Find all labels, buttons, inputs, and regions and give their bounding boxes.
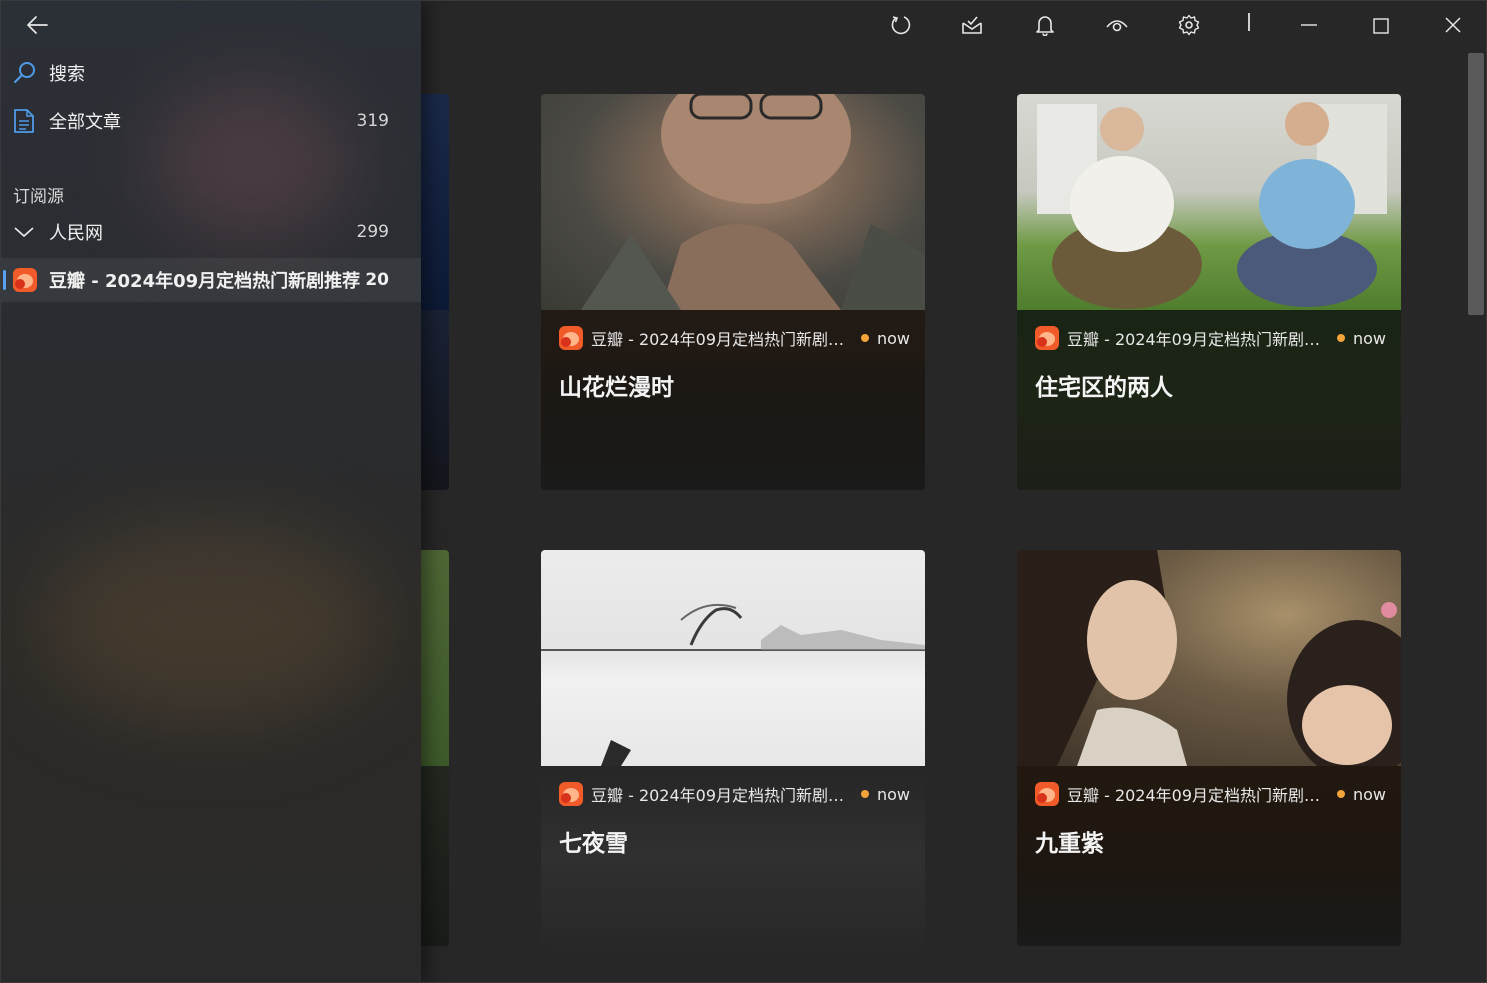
refresh-icon	[891, 16, 911, 35]
douban-feed-icon	[1035, 326, 1059, 350]
all-articles-count: 319	[356, 111, 389, 131]
notification-button[interactable]	[1027, 9, 1063, 41]
article-title: 住宅区的两人	[1035, 375, 1173, 401]
feed-group-label: 人民网	[49, 223, 103, 244]
all-articles-item[interactable]: 全部文章 319	[1, 99, 421, 143]
all-articles-label: 全部文章	[49, 112, 121, 133]
article-source: 豆瓣 - 2024年09月定档热门新剧推荐	[1067, 786, 1323, 805]
article-card[interactable]: 豆瓣 - 2024年09月定档热门新剧推荐 now 山花烂漫时	[541, 94, 925, 490]
feed-group-count: 299	[356, 222, 389, 242]
unread-dot-icon	[1337, 334, 1345, 342]
minimize-button[interactable]	[1291, 9, 1327, 41]
chevron-down-icon[interactable]	[13, 225, 35, 239]
unread-dot-icon	[861, 334, 869, 342]
portrait-illustration	[581, 94, 925, 310]
close-button[interactable]	[1435, 9, 1471, 41]
app-window: 豆瓣 - 2024年09月定档热门新剧推荐 now 山花烂漫时 豆瓣 - 202…	[0, 0, 1487, 983]
close-icon	[1445, 17, 1461, 33]
search-icon	[13, 62, 35, 84]
gear-icon	[1178, 14, 1200, 36]
document-icon	[14, 109, 34, 133]
navigation-pane: 搜索 全部文章 319 订阅源 人民网 299 豆瓣 - 2024年09月定档热…	[1, 1, 421, 982]
snow-landscape-illustration	[541, 604, 925, 766]
costume-couple-illustration	[1017, 550, 1401, 766]
article-source: 豆瓣 - 2024年09月定档热门新剧推荐	[591, 786, 847, 805]
two-women-illustration	[1037, 102, 1387, 309]
bell-icon	[1036, 16, 1054, 36]
maximize-icon	[1373, 18, 1389, 34]
pane-backdrop-blur	[41, 521, 381, 721]
article-time: now	[1353, 328, 1387, 348]
douban-feed-icon	[559, 326, 583, 350]
douban-feed-icon	[1035, 782, 1059, 806]
article-cover-image	[541, 550, 925, 766]
unread-dot-icon	[861, 790, 869, 798]
article-meta: 豆瓣 - 2024年09月定档热门新剧推荐 now	[559, 782, 910, 806]
article-title: 七夜雪	[559, 831, 628, 857]
article-cover-image	[541, 94, 925, 310]
mark-all-read-button[interactable]	[954, 9, 990, 41]
refresh-button[interactable]	[883, 9, 919, 41]
article-cover-image	[1017, 94, 1401, 310]
search-label: 搜索	[49, 64, 85, 85]
feed-count: 20	[365, 270, 389, 290]
article-card[interactable]: 豆瓣 - 2024年09月定档热门新剧推荐 now 九重紫	[1017, 550, 1401, 946]
eye-icon	[1106, 20, 1128, 32]
subscriptions-section-title: 订阅源	[13, 187, 64, 207]
article-title: 山花烂漫时	[559, 375, 674, 401]
title-bar-separator	[1248, 13, 1250, 31]
selection-indicator	[3, 270, 6, 290]
article-time: now	[877, 328, 911, 348]
douban-feed-icon	[13, 268, 37, 292]
view-button[interactable]	[1099, 9, 1135, 41]
article-card[interactable]: 豆瓣 - 2024年09月定档热门新剧推荐 now 住宅区的两人	[1017, 94, 1401, 490]
maximize-button[interactable]	[1363, 9, 1399, 41]
article-title: 九重紫	[1035, 831, 1104, 857]
mark-all-read-icon	[962, 16, 982, 34]
article-source: 豆瓣 - 2024年09月定档热门新剧推荐	[1067, 330, 1323, 349]
back-button[interactable]	[17, 9, 57, 41]
article-time: now	[1353, 784, 1387, 804]
unread-dot-icon	[1337, 790, 1345, 798]
douban-feed-icon	[559, 782, 583, 806]
feed-item-douban[interactable]: 豆瓣 - 2024年09月定档热门新剧推荐 20	[1, 258, 421, 302]
article-source: 豆瓣 - 2024年09月定档热门新剧推荐	[591, 330, 847, 349]
back-arrow-icon	[27, 16, 48, 34]
article-meta: 豆瓣 - 2024年09月定档热门新剧推荐 now	[1035, 326, 1386, 350]
article-card[interactable]: 豆瓣 - 2024年09月定档热门新剧推荐 now 七夜雪	[541, 550, 925, 946]
feed-label: 豆瓣 - 2024年09月定档热门新剧推荐	[49, 271, 361, 292]
search-item[interactable]: 搜索	[1, 51, 421, 95]
article-meta: 豆瓣 - 2024年09月定档热门新剧推荐 now	[1035, 782, 1386, 806]
scrollbar-thumb[interactable]	[1468, 53, 1484, 315]
minimize-icon	[1301, 24, 1317, 26]
settings-button[interactable]	[1171, 9, 1207, 41]
article-meta: 豆瓣 - 2024年09月定档热门新剧推荐 now	[559, 326, 910, 350]
feed-group-item[interactable]: 人民网 299	[1, 210, 421, 254]
article-time: now	[877, 784, 911, 804]
article-cover-image	[1017, 550, 1401, 766]
